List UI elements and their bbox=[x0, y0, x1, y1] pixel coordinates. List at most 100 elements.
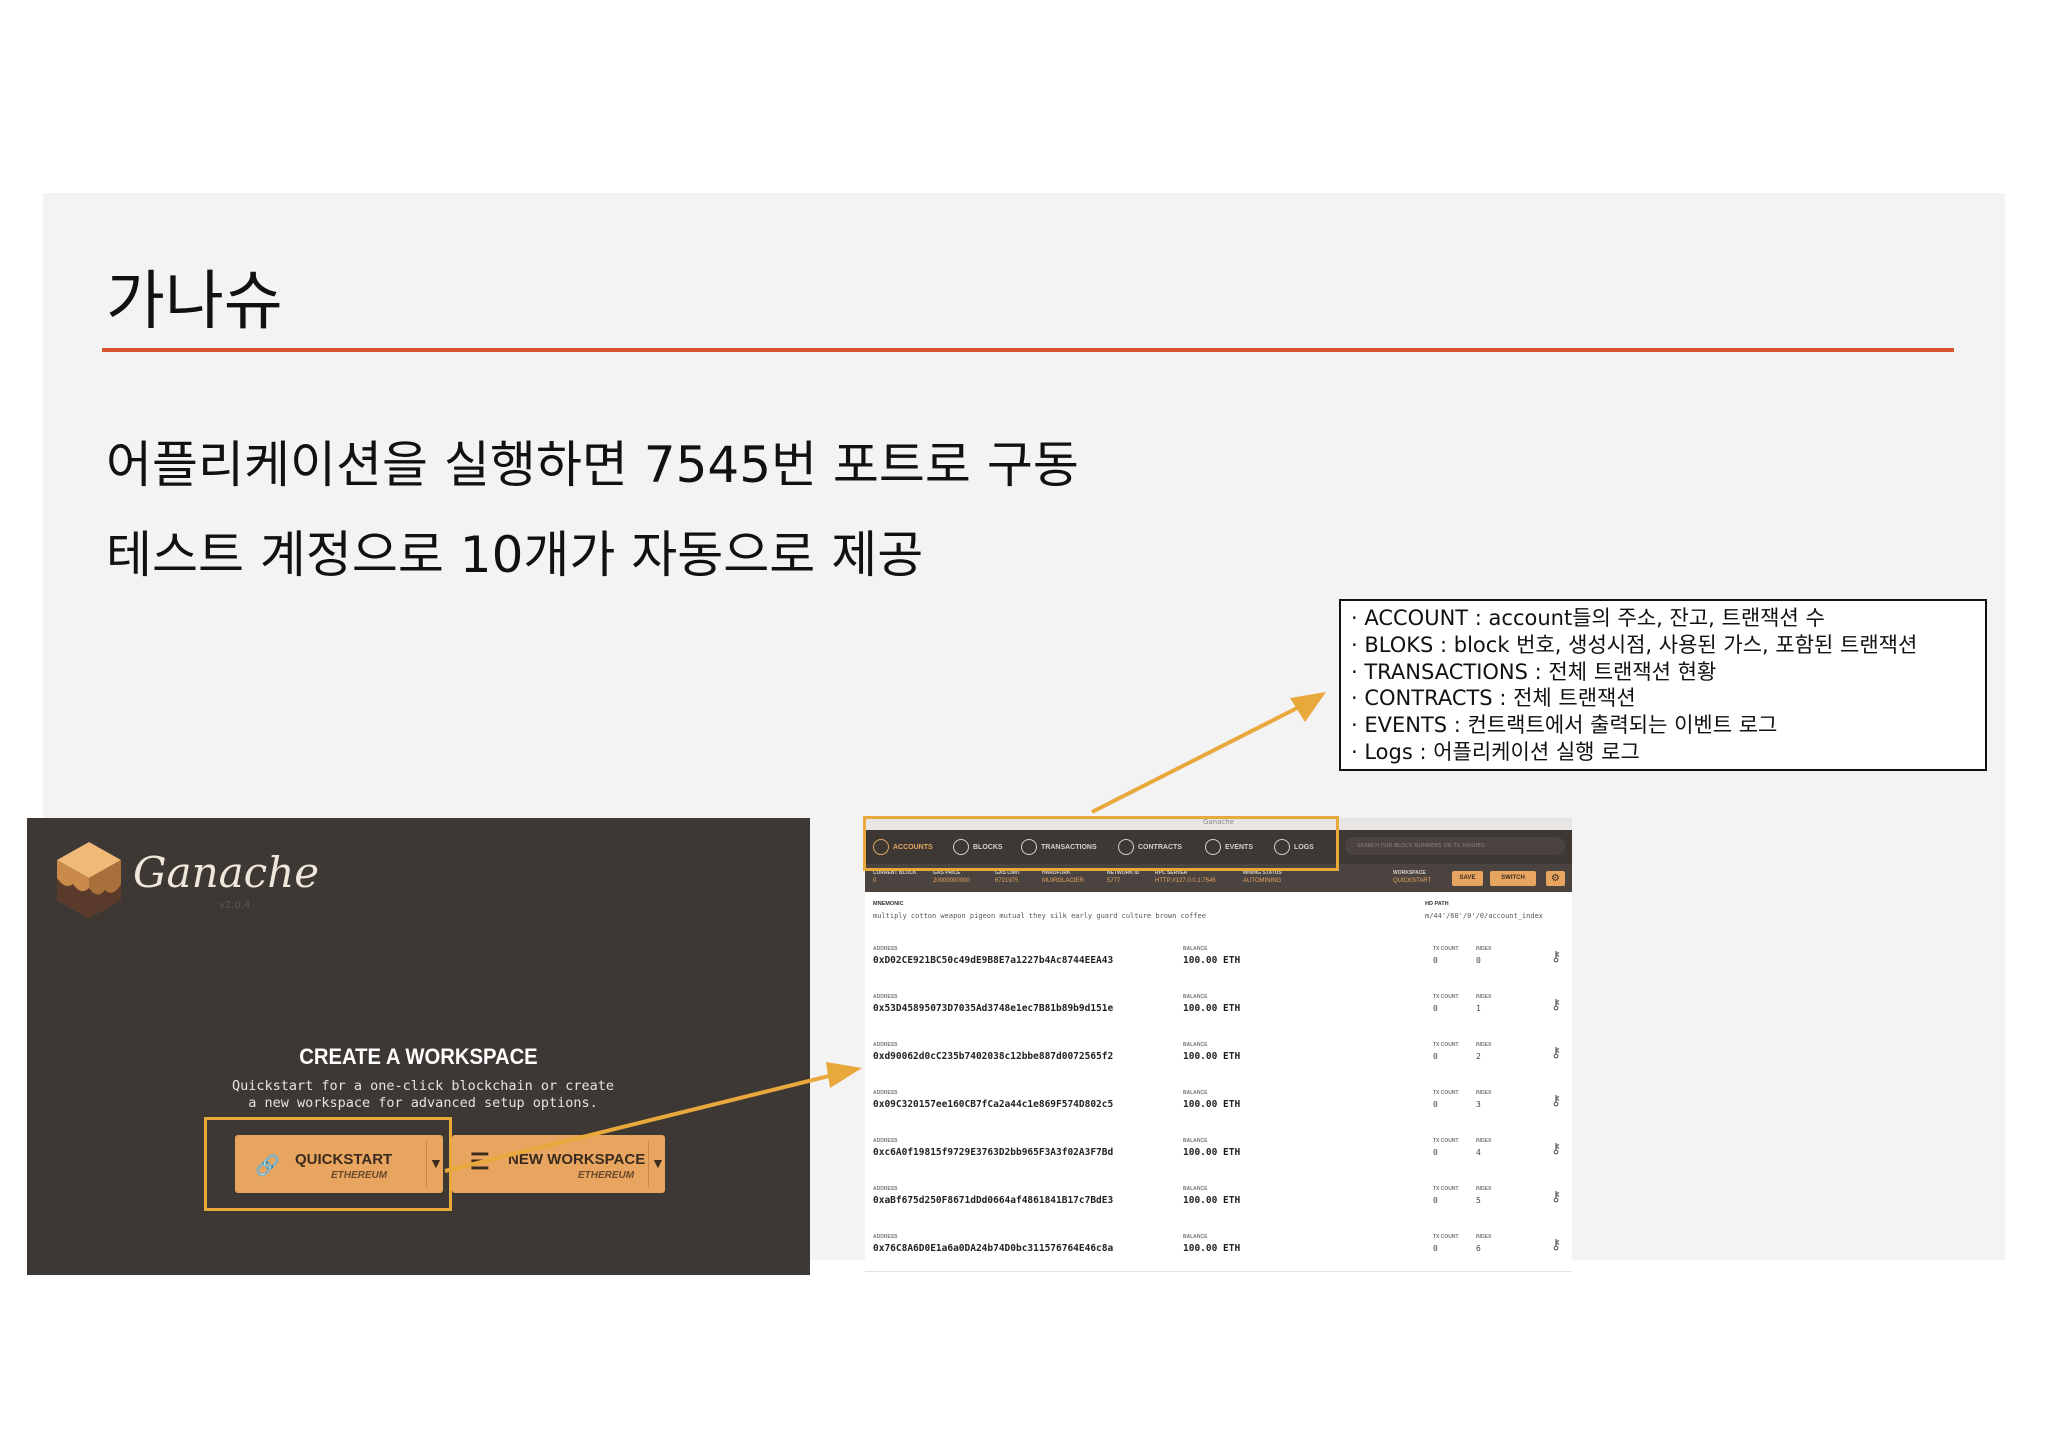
mnemonic-label: MNEMONIC bbox=[873, 901, 904, 907]
balance-label: BALANCE bbox=[1183, 946, 1208, 952]
tx-count-label: TX COUNT bbox=[1433, 994, 1459, 1000]
index-label: INDEX bbox=[1476, 994, 1492, 1000]
new-workspace-dropdown-icon[interactable]: ▼ bbox=[651, 1155, 665, 1171]
tx-count-label: TX COUNT bbox=[1433, 1042, 1459, 1048]
account-index: 0 bbox=[1476, 956, 1481, 965]
title-underline bbox=[102, 348, 1954, 352]
account-index: 5 bbox=[1476, 1196, 1481, 1205]
tx-count-label: TX COUNT bbox=[1433, 1090, 1459, 1096]
account-balance: 100.00 ETH bbox=[1183, 1051, 1241, 1062]
hd-path-value: m/44'/60'/0'/0/account_index bbox=[1425, 912, 1544, 920]
list-item[interactable]: ADDRESS 0xaBf675d250F8671dDd0664af4861841… bbox=[865, 1175, 1572, 1224]
info-line-blocks: · BLOKS : block 번호, 생성시점, 사용된 가스, 포함된 트랜… bbox=[1351, 632, 1918, 657]
list-item[interactable]: ADDRESS 0x09C320157ee160CB7fCa2a44c1e869F… bbox=[865, 1079, 1572, 1128]
key-icon[interactable]: ⚷ bbox=[1551, 997, 1561, 1013]
ganache-logo-icon bbox=[57, 842, 121, 918]
key-icon[interactable]: ⚷ bbox=[1551, 1189, 1561, 1205]
bullet-port: 어플리케이션을 실행하면 7545번 포트로 구동 bbox=[106, 436, 1079, 494]
address-label: ADDRESS bbox=[873, 1090, 898, 1096]
info-line-transactions: · TRANSACTIONS : 전체 트랜잭션 현황 bbox=[1351, 659, 1717, 684]
account-tx-count: 0 bbox=[1433, 1004, 1438, 1013]
account-balance: 100.00 ETH bbox=[1183, 1003, 1241, 1014]
list-item[interactable]: ADDRESS 0x53D45895073D7035Ad3748e1ec7B81b… bbox=[865, 983, 1572, 1032]
index-label: INDEX bbox=[1476, 1138, 1492, 1144]
workspace-description: Quickstart for a one-click blockchain or… bbox=[231, 1078, 614, 1111]
ganache-logo-text: Ganache bbox=[133, 848, 320, 897]
new-workspace-label: NEW WORKSPACE bbox=[508, 1151, 646, 1168]
balance-label: BALANCE bbox=[1183, 1234, 1208, 1240]
balance-label: BALANCE bbox=[1183, 1186, 1208, 1192]
switch-button[interactable]: SWITCH bbox=[1490, 871, 1536, 886]
address-label: ADDRESS bbox=[873, 1138, 898, 1144]
tab-description-box: · ACCOUNT : account들의 주소, 잔고, 트랜잭션 수 · B… bbox=[1339, 599, 1987, 771]
address-label: ADDRESS bbox=[873, 1234, 898, 1240]
account-tx-count: 0 bbox=[1433, 1052, 1438, 1061]
stat-gas-limit: GAS LIMIT 6721975 bbox=[995, 870, 1021, 884]
balance-label: BALANCE bbox=[1183, 994, 1208, 1000]
address-label: ADDRESS bbox=[873, 1186, 898, 1192]
new-workspace-sub-label: ETHEREUM bbox=[578, 1170, 635, 1181]
address-label: ADDRESS bbox=[873, 1042, 898, 1048]
tx-count-label: TX COUNT bbox=[1433, 1234, 1459, 1240]
key-icon[interactable]: ⚷ bbox=[1551, 1093, 1561, 1109]
account-tx-count: 0 bbox=[1433, 1148, 1438, 1157]
mnemonic-phrase: multiply cotton weapon pigeon mutual the… bbox=[873, 912, 1206, 920]
hd-path-label: HD PATH bbox=[1425, 901, 1449, 907]
account-tx-count: 0 bbox=[1433, 1196, 1438, 1205]
account-index: 6 bbox=[1476, 1244, 1481, 1253]
account-address: 0x76C8A6D0E1a6a0DA24b74D0bc311576764E46c… bbox=[873, 1243, 1114, 1254]
stat-mining-status: MINING STATUS AUTOMINING bbox=[1243, 870, 1282, 884]
stat-hardfork: HARDFORK MUIRGLACIER bbox=[1042, 870, 1084, 884]
account-address: 0xD02CE921BC50c49dE9B8E7a1227b4Ac8744EEA… bbox=[873, 955, 1114, 966]
account-tx-count: 0 bbox=[1433, 956, 1438, 965]
list-item[interactable]: ADDRESS 0xc6A0f19815f9729E3763D2bb965F3A3… bbox=[865, 1127, 1572, 1176]
list-icon: ☰ bbox=[470, 1149, 490, 1174]
list-item[interactable]: ADDRESS 0x76C8A6D0E1a6a0DA24b74D0bc311576… bbox=[865, 1223, 1572, 1272]
version-label: v2.0.4 bbox=[219, 900, 251, 911]
create-workspace-heading: CREATE A WORKSPACE bbox=[299, 1044, 538, 1069]
account-tx-count: 0 bbox=[1433, 1244, 1438, 1253]
index-label: INDEX bbox=[1476, 946, 1492, 952]
info-line-contracts: · CONTRACTS : 전체 트랜잭션 bbox=[1351, 686, 1636, 711]
search-input[interactable]: SEARCH FOR BLOCK NUMBERS OR TX HASHES bbox=[1345, 837, 1565, 855]
tx-count-label: TX COUNT bbox=[1433, 1186, 1459, 1192]
mnemonic-section: MNEMONIC multiply cotton weapon pigeon m… bbox=[865, 892, 1572, 936]
index-label: INDEX bbox=[1476, 1042, 1492, 1048]
info-line-account: · ACCOUNT : account들의 주소, 잔고, 트랜잭션 수 bbox=[1351, 606, 1825, 630]
account-address: 0xd90062d0cC235b7402038c12bbe887d0072565… bbox=[873, 1051, 1114, 1062]
account-address: 0x53D45895073D7035Ad3748e1ec7B81b89b9d15… bbox=[873, 1003, 1114, 1014]
key-icon[interactable]: ⚷ bbox=[1551, 949, 1561, 965]
account-address: 0xc6A0f19815f9729E3763D2bb965F3A3f02A3F7… bbox=[873, 1147, 1114, 1158]
account-balance: 100.00 ETH bbox=[1183, 1147, 1241, 1158]
index-label: INDEX bbox=[1476, 1090, 1492, 1096]
new-workspace-button[interactable]: ☰ NEW WORKSPACE ETHEREUM ▼ bbox=[452, 1135, 665, 1193]
stat-workspace: WORKSPACE QUICKSTART bbox=[1393, 870, 1432, 884]
account-balance: 100.00 ETH bbox=[1183, 1243, 1241, 1254]
balance-label: BALANCE bbox=[1183, 1042, 1208, 1048]
key-icon[interactable]: ⚷ bbox=[1551, 1141, 1561, 1157]
index-label: INDEX bbox=[1476, 1186, 1492, 1192]
account-address: 0xaBf675d250F8671dDd0664af4861841B17c7Bd… bbox=[873, 1195, 1114, 1206]
list-item[interactable]: ADDRESS 0xd90062d0cC235b7402038c12bbe887d… bbox=[865, 1031, 1572, 1080]
bullet-accounts: 테스트 계정으로 10개가 자동으로 제공 bbox=[106, 526, 924, 584]
account-index: 3 bbox=[1476, 1100, 1481, 1109]
gear-icon[interactable]: ⚙ bbox=[1546, 871, 1565, 886]
account-balance: 100.00 ETH bbox=[1183, 1195, 1241, 1206]
account-tx-count: 0 bbox=[1433, 1100, 1438, 1109]
info-line-logs: · Logs : 어플리케이션 실행 로그 bbox=[1351, 739, 1640, 764]
stat-network-id: NETWORK ID 5777 bbox=[1107, 870, 1140, 884]
quickstart-highlight-box bbox=[204, 1117, 452, 1211]
stat-gas-price: GAS PRICE 20000000000 bbox=[933, 870, 970, 884]
tx-count-label: TX COUNT bbox=[1433, 946, 1459, 952]
nav-tabs-highlight-box bbox=[863, 816, 1339, 871]
list-item[interactable]: ADDRESS 0xD02CE921BC50c49dE9B8E7a1227b4Ac… bbox=[865, 935, 1572, 984]
slide-title: 가나슈 bbox=[106, 265, 283, 339]
save-button[interactable]: SAVE bbox=[1452, 871, 1483, 886]
key-icon[interactable]: ⚷ bbox=[1551, 1237, 1561, 1253]
balance-label: BALANCE bbox=[1183, 1090, 1208, 1096]
address-label: ADDRESS bbox=[873, 946, 898, 952]
account-balance: 100.00 ETH bbox=[1183, 955, 1241, 966]
tx-count-label: TX COUNT bbox=[1433, 1138, 1459, 1144]
key-icon[interactable]: ⚷ bbox=[1551, 1045, 1561, 1061]
address-label: ADDRESS bbox=[873, 994, 898, 1000]
